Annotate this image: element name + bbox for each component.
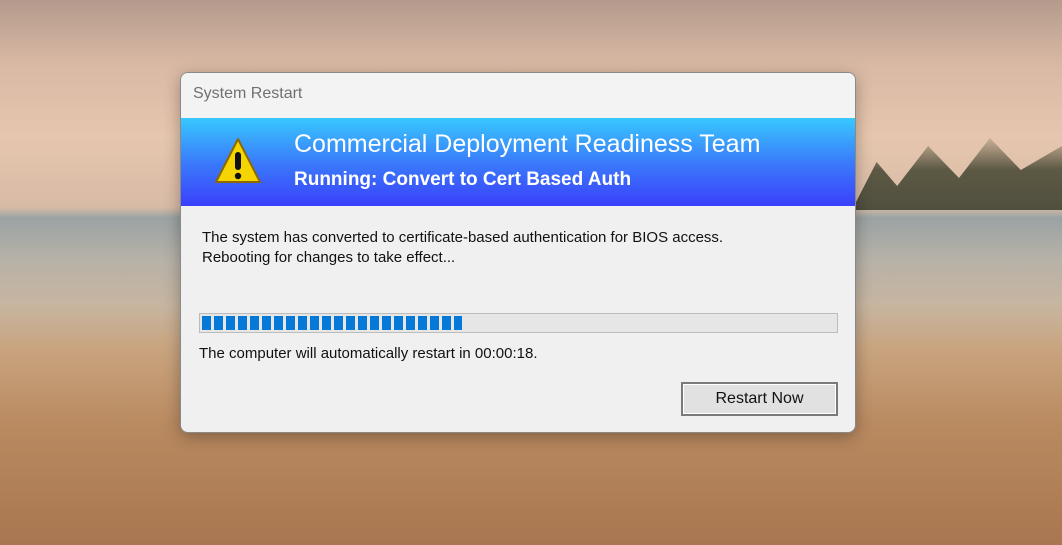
banner-heading: Commercial Deployment Readiness Team [294,130,761,158]
restart-progress-bar [199,313,838,333]
system-restart-dialog: System Restart Commercial Deployment Rea… [180,72,856,433]
message-line-2: Rebooting for changes to take effect... [202,249,456,266]
window-title: System Restart [193,85,303,102]
message: The system has converted to certificate-… [202,228,723,268]
background-palm-trees [856,138,1062,210]
warning-icon [215,138,261,183]
restart-now-button[interactable]: Restart Now [681,382,838,416]
header-banner: Commercial Deployment Readiness Team Run… [181,118,855,206]
banner-subheading: Running: Convert to Cert Based Auth [294,169,632,190]
message-line-1: The system has converted to certificate-… [202,229,724,246]
progress-fill [202,316,462,330]
countdown-text: The computer will automatically restart … [199,345,538,362]
title-bar: System Restart [181,73,855,118]
